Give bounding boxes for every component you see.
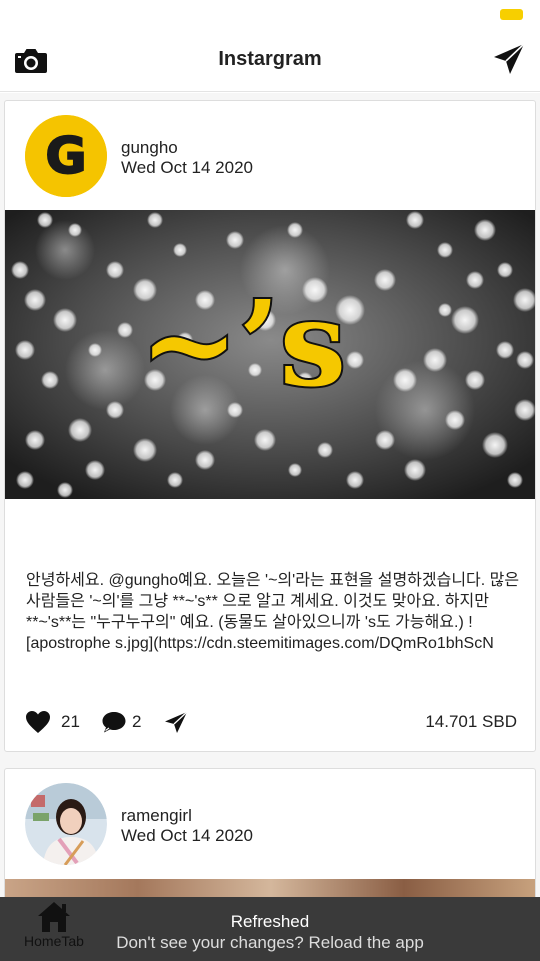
svg-text:G: G [45,127,86,185]
bokeh-dot [88,343,102,357]
bokeh-dot [474,219,496,241]
post-card: ramengirl Wed Oct 14 2020 [4,768,536,897]
heart-icon[interactable] [25,710,51,734]
post-body: 안녕하세요. @gungho예요. 오늘은 '~의'라는 표현을 설명하겠습니다… [26,572,520,652]
share-icon[interactable] [163,710,189,734]
bokeh-dot [514,399,535,421]
toast-title: Refreshed [230,912,310,931]
app-header: Instargram [0,30,540,92]
bokeh-dot [393,368,417,392]
post-feed[interactable]: G gungho Wed Oct 14 2020 ~’s 안녕하세요. @gun… [0,93,540,897]
post-image[interactable]: ~’s [5,210,536,499]
bokeh-dot [25,430,45,450]
post-author[interactable]: gungho [121,138,178,158]
like-count: 21 [61,712,80,731]
bokeh-dot [133,438,157,462]
bokeh-dot [497,262,513,278]
avatar-letter-icon: G [25,115,107,197]
bokeh-dot [41,371,59,389]
toast-message: Don't see your changes? Reload the app [116,933,424,952]
profile-photo-icon [25,783,107,865]
battery-indicator [500,9,523,20]
avatar[interactable] [25,783,107,865]
payout-value: 14.701 SBD [425,712,517,731]
bokeh-dot [173,243,187,257]
bokeh-dot [516,351,534,369]
bokeh-dot [423,348,447,372]
bokeh-dot [438,303,452,317]
bokeh-dot [11,261,29,279]
comment-icon[interactable] [101,710,127,734]
bokeh-dot [317,442,333,458]
post-actions: 21 2 14.701 SBD [25,707,517,737]
bokeh-dot [195,450,215,470]
bokeh-dot [68,223,82,237]
bokeh-dot [85,460,105,480]
bokeh-dot [445,410,465,430]
bokeh-dot [106,401,124,419]
post-author[interactable]: ramengirl [121,806,192,826]
bokeh-dot [147,212,163,228]
bokeh-dot [53,308,77,332]
comment-count: 2 [132,712,142,731]
bokeh-dot [117,322,133,338]
post-date: Wed Oct 14 2020 [121,158,253,177]
image-caption-icon: ~’s [138,272,348,415]
bokeh-dot [346,471,364,489]
bokeh-dot [287,222,303,238]
bokeh-dot [167,472,183,488]
bokeh-dot [482,432,508,458]
post-date: Wed Oct 14 2020 [121,826,253,845]
bokeh-dot [37,212,53,228]
bokeh-dot [375,430,395,450]
bokeh-dot [24,289,46,311]
bokeh-dot [106,261,124,279]
bokeh-dot [513,288,535,312]
bokeh-dot [465,370,485,390]
bokeh-dot [451,306,479,334]
bokeh-dot [346,351,364,369]
bokeh-dot [15,340,35,360]
bokeh-dot [16,471,34,489]
bokeh-glow [35,220,95,280]
svg-text:~’s: ~’s [140,274,346,413]
bokeh-dot [57,482,73,498]
bokeh-dot [496,341,514,359]
bokeh-dot [404,459,426,481]
bokeh-dot [466,271,484,289]
bokeh-glow [65,330,145,410]
send-icon[interactable] [492,42,526,76]
bokeh-dot [406,211,424,229]
bokeh-dot [226,231,244,249]
bokeh-dot [437,242,453,258]
avatar[interactable]: G [25,115,107,197]
bokeh-dot [507,472,523,488]
post-card: G gungho Wed Oct 14 2020 ~’s 안녕하세요. @gun… [4,100,536,752]
bokeh-dot [68,418,92,442]
bokeh-dot [254,429,276,451]
bokeh-dot [374,269,396,291]
bokeh-dot [288,463,302,477]
refresh-toast[interactable]: HomeTab Refreshed Don't see your changes… [0,897,540,961]
post-image[interactable] [5,879,535,897]
app-title: Instargram [218,48,322,70]
